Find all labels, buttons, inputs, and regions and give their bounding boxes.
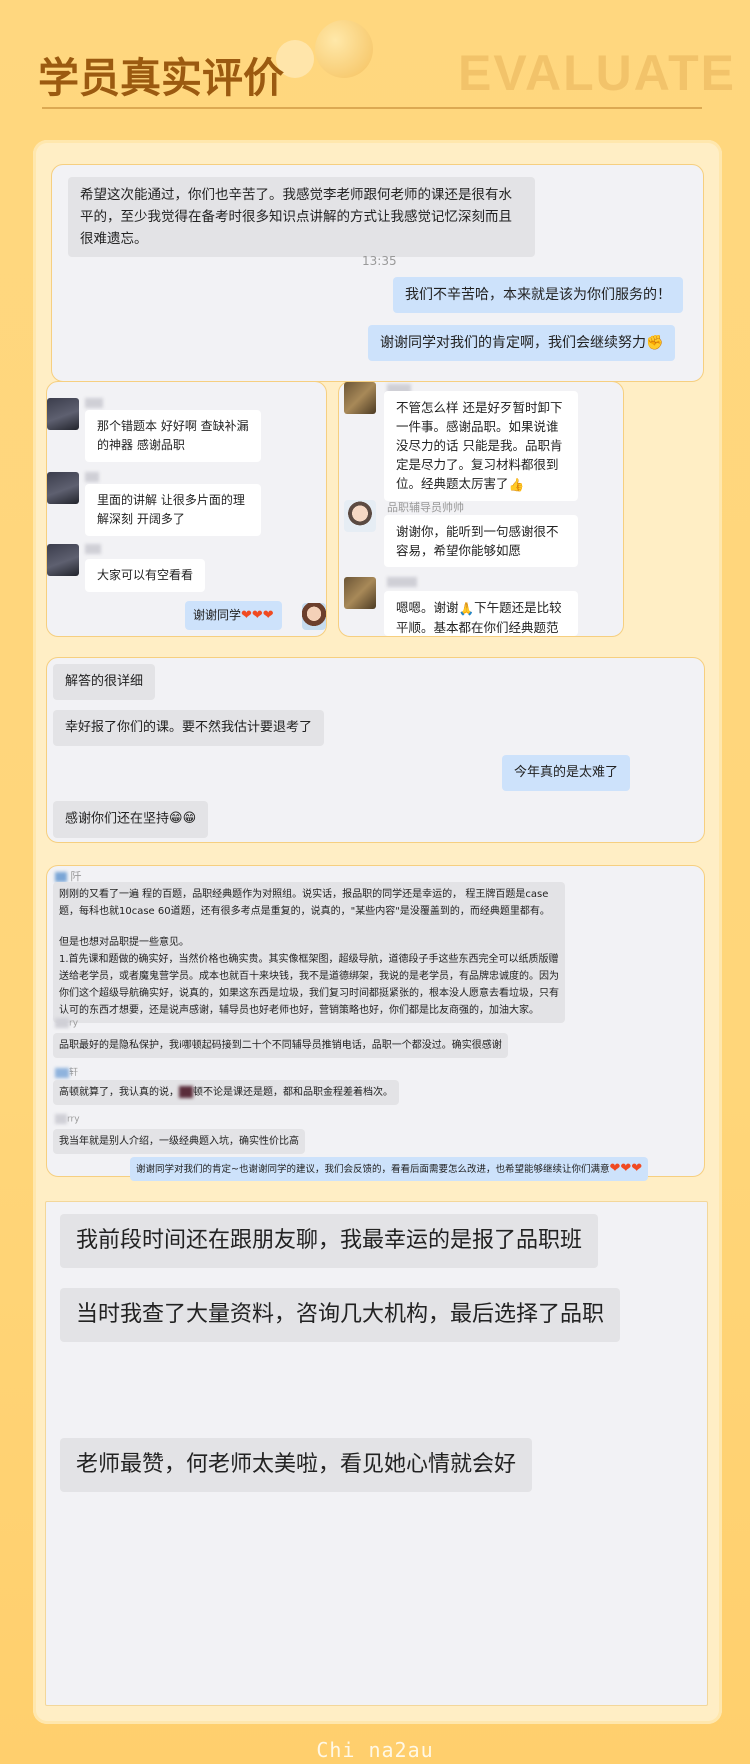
praying-hands-icon: 🙏: [458, 601, 475, 616]
reply-bubble: 今年真的是太难了: [502, 755, 631, 791]
message-bubble: 嗯嗯。谢谢🙏下午题还是比较平顺。基本都在你们经典题范畴: [384, 591, 578, 636]
message-text: 顿不论是课还是题，都和品职金程差着档次。: [193, 1087, 393, 1098]
message-bubble: 幸好报了你们的课。要不然我估计要退考了: [53, 710, 325, 746]
chat-card-5: 阡 刚刚的又看了一遍 程的百题，品职经典题作为对照组。说实话，报品职的同学还是幸…: [46, 865, 705, 1181]
grin-emoji-icon: 😁😁: [169, 811, 197, 826]
message-text: 嗯嗯。谢谢: [396, 600, 459, 615]
reply-bubble: 谢谢同学对我们的肯定啊，我们会继续努力✊: [368, 325, 676, 361]
message-text: 高顿就算了，我认真的说，: [59, 1087, 179, 1098]
chat-card-6: 我前段时间还在跟朋友聊，我最幸运的是报了品职班 当时我查了大量资料，咨询几大机构…: [45, 1201, 708, 1706]
page-title-en: EVALUATE: [458, 45, 737, 101]
message-bubble: 谢谢你，能听到一句感谢很不容易，希望你能够如愿: [384, 515, 578, 567]
message-bubble: 当时我查了大量资料，咨询几大机构，最后选择了品职: [60, 1288, 621, 1342]
nickname: [85, 542, 101, 555]
avatar: [47, 472, 79, 504]
reply-bubble: 谢谢同学对我们的肯定~也谢谢同学的建议，我们会反馈的，看看后面需要怎么改进，也希…: [130, 1157, 649, 1181]
message-bubble: 希望这次能通过，你们也辛苦了。我感觉李老师跟何老师的课还是很有水平的，至少我觉得…: [68, 177, 535, 257]
nickname: [85, 470, 99, 483]
nickname: 品职辅导员帅帅: [387, 501, 464, 514]
heart-icon: ❤❤❤: [241, 608, 274, 623]
reply-text: 谢谢同学对我们的肯定~也谢谢同学的建议，我们会反馈的，看看后面需要怎么改进，也希…: [136, 1164, 610, 1175]
header: 学员真实评价 EVALUATE: [0, 0, 750, 130]
message-paragraph: 但是也想对品职提一些意见。: [59, 937, 189, 948]
title-divider: [42, 107, 702, 109]
page-title: 学员真实评价: [38, 54, 284, 102]
avatar: [47, 398, 79, 430]
nickname: [85, 396, 103, 409]
thumbs-up-icon: 👍: [508, 477, 525, 492]
message-text: 不管怎么样 还是好歹暂时卸下一件事。感谢品职。如果说谁没尽力的话 只能是我。品职…: [396, 400, 563, 491]
message-bubble: 品职最好的是隐私保护，我i哪顿起码接到二十个不同辅导员推销电话，品职一个都没过。…: [53, 1033, 508, 1058]
avatar: [47, 544, 79, 576]
message-bubble: 那个错题本 好好啊 查缺补漏的神器 感谢品职: [85, 410, 261, 462]
message-bubble: 不管怎么样 还是好歹暂时卸下一件事。感谢品职。如果说谁没尽力的话 只能是我。品职…: [384, 391, 578, 501]
message-bubble: 我前段时间还在跟朋友聊，我最幸运的是报了品职班: [60, 1214, 599, 1268]
message-bubble: 大家可以有空看看: [85, 559, 206, 592]
message-bubble: 我当年就是别人介绍，一级经典题入坑，确实性价比高: [53, 1129, 305, 1154]
reviews-panel: 希望这次能通过，你们也辛苦了。我感觉李老师跟何老师的课还是很有水平的，至少我觉得…: [33, 140, 722, 1724]
message-bubble: 老师最赞，何老师太美啦，看见她心情就会好: [60, 1438, 533, 1492]
nickname: [387, 575, 417, 588]
reply-bubble: 我们不辛苦哈，本来就是该为你们服务的！: [393, 277, 683, 313]
reply-text: 谢谢同学: [193, 608, 242, 622]
nickname: 轩: [55, 1065, 78, 1078]
chat-card-3: 不管怎么样 还是好歹暂时卸下一件事。感谢品职。如果说谁没尽力的话 只能是我。品职…: [338, 381, 624, 637]
message-bubble: 感谢你们还在坚持😁😁: [53, 801, 209, 838]
message-paragraph: 刚刚的又看了一遍 程的百题，品职经典题作为对照组。说实话，报品职的同学还是幸运的…: [59, 889, 550, 917]
heart-icon: ❤❤❤: [609, 1161, 643, 1176]
message-bubble: 解答的很详细: [53, 664, 156, 700]
chat-card-2: 那个错题本 好好啊 查缺补漏的神器 感谢品职 里面的讲解 让很多片面的理解深刻 …: [46, 381, 327, 637]
avatar: [344, 577, 376, 609]
nickname: rry: [55, 1114, 80, 1125]
message-bubble: 里面的讲解 让很多片面的理解深刻 开阔多了: [85, 484, 261, 536]
reply-text: 谢谢同学对我们的肯定啊，我们会继续努力: [380, 335, 646, 351]
decor-circle: [315, 20, 373, 78]
message-text: 感谢你们还在坚持: [65, 811, 170, 827]
fist-emoji-icon: ✊: [646, 335, 664, 351]
chat-card-4: 解答的很详细 幸好报了你们的课。要不然我估计要退考了 今年真的是太难了 感谢你们…: [46, 657, 705, 843]
nickname: ry: [55, 1018, 78, 1029]
reply-bubble: 谢谢同学❤❤❤: [185, 601, 282, 630]
watermark: Chi na2au: [316, 1738, 434, 1762]
avatar: [302, 603, 326, 630]
avatar: [344, 500, 376, 532]
chat-card-1: 希望这次能通过，你们也辛苦了。我感觉李老师跟何老师的课还是很有水平的，至少我觉得…: [51, 164, 704, 382]
message-paragraph: 1.首先课和题做的确实好，当然价格也确实贵。其实像框架图，超级导航，道德段子手这…: [59, 954, 559, 1016]
message-bubble: 刚刚的又看了一遍 程的百题，品职经典题作为对照组。说实话，报品职的同学还是幸运的…: [53, 882, 565, 1023]
avatar: [344, 382, 376, 414]
message-bubble: 高顿就算了，我认真的说， 顿不论是课还是题，都和品职金程差着档次。: [53, 1080, 399, 1105]
timestamp: 13:35: [362, 254, 397, 268]
